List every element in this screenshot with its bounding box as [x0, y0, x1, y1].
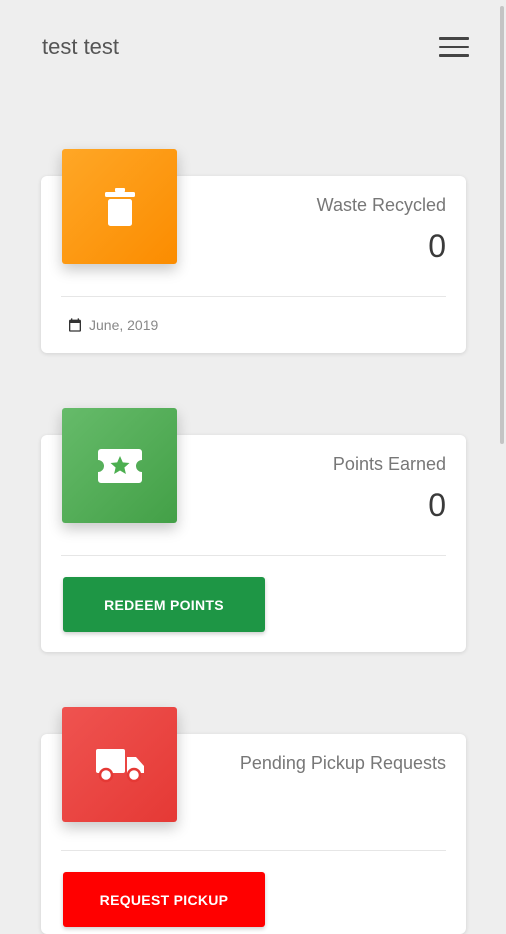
waste-recycled-value: 0	[428, 228, 446, 264]
trash-icon-tile	[62, 149, 177, 264]
trash-icon	[104, 187, 135, 226]
calendar-icon	[69, 318, 81, 332]
hamburger-menu-icon[interactable]	[439, 37, 469, 59]
pending-pickup-label: Pending Pickup Requests	[239, 753, 446, 773]
date-text: June, 2019	[89, 317, 159, 333]
waste-recycled-label: Waste Recycled	[316, 195, 446, 215]
card-divider	[61, 850, 446, 851]
truck-icon	[95, 748, 144, 782]
points-earned-label: Points Earned	[332, 454, 446, 474]
ticket-star-icon	[97, 448, 142, 483]
date-footer: June, 2019	[67, 317, 158, 333]
redeem-points-button[interactable]: REDEEM POINTS	[63, 577, 265, 632]
truck-icon-tile	[62, 707, 177, 822]
points-earned-value: 0	[428, 487, 446, 523]
scrollbar[interactable]	[500, 6, 504, 444]
card-divider	[61, 555, 446, 556]
page-title: test test	[42, 34, 120, 59]
ticket-icon-tile	[62, 408, 177, 523]
card-divider	[61, 296, 446, 297]
